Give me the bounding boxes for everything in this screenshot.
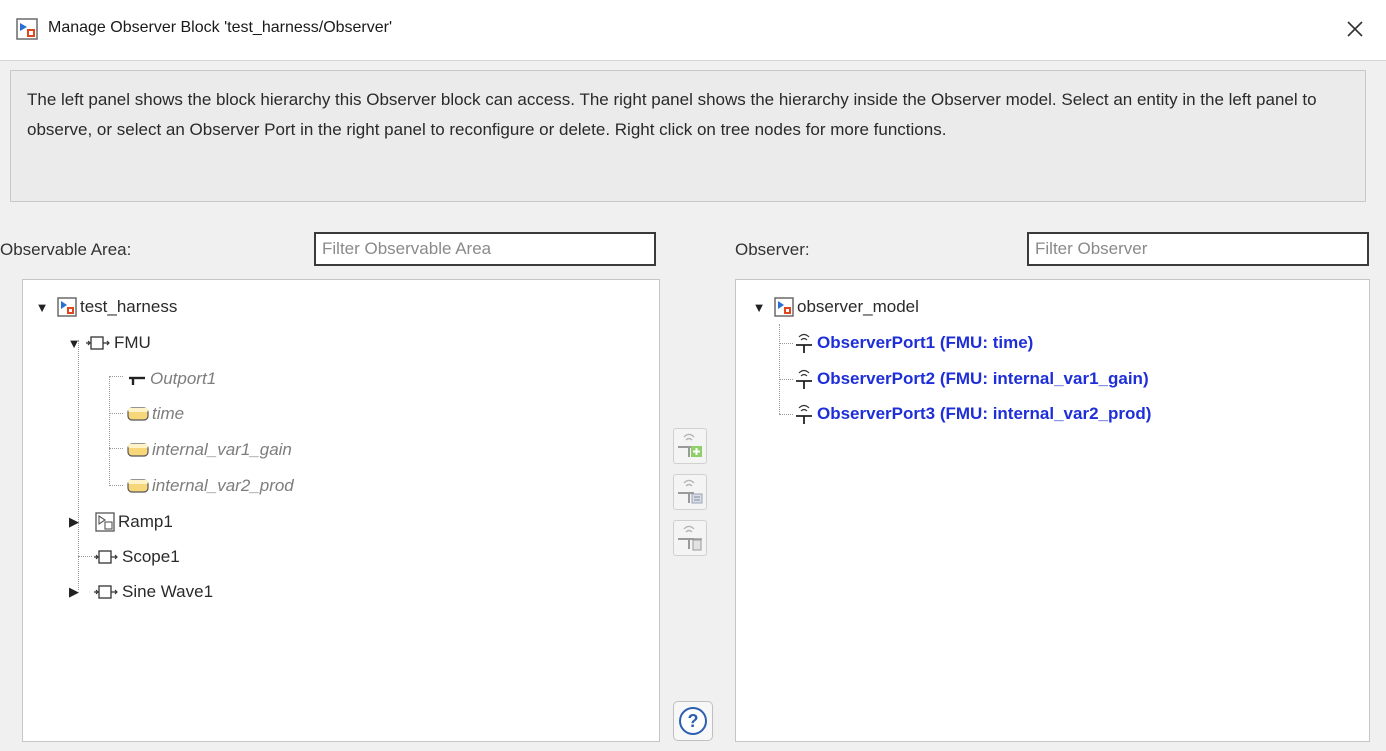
- tree-connector: [109, 485, 123, 486]
- tree-node-label: Outport1: [150, 369, 217, 388]
- tree-node-observer-port2[interactable]: ObserverPort2 (FMU: internal_var1_gain): [794, 364, 1149, 394]
- tree-connector: [78, 340, 79, 590]
- tree-node-label: ObserverPort2 (FMU: internal_var1_gain): [817, 369, 1149, 388]
- tree-node-internal-var1-gain[interactable]: internal_var1_gain: [127, 435, 292, 465]
- reconfigure-observer-port-button[interactable]: [673, 474, 707, 510]
- tree-node-sine-wave1[interactable]: ▶ Sine Wave1: [67, 577, 213, 607]
- observable-area-tree[interactable]: ▼ test_harness ▼ FMU Outport1 time inter…: [22, 279, 660, 742]
- tree-node-label: time: [152, 404, 185, 423]
- block-icon: [94, 550, 118, 564]
- tree-node-label: ObserverPort1 (FMU: time): [817, 333, 1034, 352]
- observer-port-icon: [796, 333, 812, 353]
- tree-node-time[interactable]: time: [127, 399, 184, 429]
- expand-right-icon[interactable]: ▶: [67, 514, 81, 530]
- tree-connector: [109, 376, 123, 377]
- tree-node-label: ObserverPort3 (FMU: internal_var2_prod): [817, 404, 1152, 423]
- tree-connector: [109, 448, 123, 449]
- help-icon: ?: [679, 707, 707, 735]
- delete-observer-port-button[interactable]: [673, 520, 707, 556]
- model-icon: [57, 297, 77, 317]
- delete-observer-port-icon: [678, 525, 702, 551]
- outport-icon: [129, 376, 145, 385]
- reconfigure-observer-port-icon: [678, 479, 703, 504]
- expand-down-icon[interactable]: ▼: [67, 336, 81, 351]
- tree-node-label: Scope1: [122, 547, 180, 566]
- tree-node-label: observer_model: [797, 297, 919, 316]
- tree-node-label: test_harness: [80, 297, 178, 316]
- expand-down-icon[interactable]: ▼: [752, 300, 766, 315]
- expand-down-icon[interactable]: ▼: [35, 300, 49, 315]
- window-title: Manage Observer Block 'test_harness/Obse…: [48, 19, 393, 36]
- observable-area-label: Observable Area:: [0, 240, 132, 259]
- tree-connector: [779, 414, 793, 415]
- help-button[interactable]: ?: [673, 701, 713, 741]
- tree-node-fmu[interactable]: ▼ FMU: [67, 328, 151, 358]
- svg-text:?: ?: [688, 711, 699, 731]
- tree-node-outport1[interactable]: Outport1: [127, 364, 216, 394]
- tree-node-label: internal_var1_gain: [152, 440, 292, 459]
- subsystem-icon: [95, 512, 115, 532]
- tree-node-label: Ramp1: [118, 512, 173, 531]
- filter-observable-area-input[interactable]: [314, 232, 656, 266]
- observer-port-icon: [796, 369, 812, 389]
- add-observer-port-icon: [678, 433, 702, 457]
- observer-port-icon: [796, 404, 812, 424]
- variable-icon: [127, 479, 149, 493]
- filter-observer-input[interactable]: [1027, 232, 1369, 266]
- tree-node-observer-port3[interactable]: ObserverPort3 (FMU: internal_var2_prod): [794, 399, 1151, 429]
- tree-node-observer-port1[interactable]: ObserverPort1 (FMU: time): [794, 328, 1033, 358]
- tree-connector: [109, 413, 123, 414]
- tree-node-label: Sine Wave1: [122, 582, 214, 601]
- tree-node-label: internal_var2_prod: [152, 476, 294, 495]
- tree-connector: [779, 324, 780, 414]
- close-icon: [1347, 21, 1363, 37]
- tree-node-scope1[interactable]: Scope1: [93, 542, 180, 572]
- block-icon: [94, 585, 118, 599]
- variable-icon: [127, 407, 149, 421]
- tree-node-internal-var2-prod[interactable]: internal_var2_prod: [127, 471, 294, 501]
- tree-node-observer-model[interactable]: ▼ observer_model: [752, 292, 919, 322]
- tree-node-label: FMU: [114, 333, 151, 352]
- tree-connector: [779, 343, 793, 344]
- expand-right-icon[interactable]: ▶: [67, 584, 81, 600]
- model-icon: [16, 18, 38, 40]
- fmu-block-icon: [86, 336, 110, 350]
- title-bar: Manage Observer Block 'test_harness/Obse…: [0, 0, 1386, 61]
- observer-label: Observer:: [735, 240, 810, 259]
- tree-connector: [779, 379, 793, 380]
- model-icon: [774, 297, 794, 317]
- tree-node-test-harness[interactable]: ▼ test_harness: [35, 292, 177, 322]
- variable-icon: [127, 443, 149, 457]
- description-text: The left panel shows the block hierarchy…: [10, 70, 1366, 202]
- tree-node-ramp1[interactable]: ▶ Ramp1: [67, 507, 173, 537]
- observer-tree[interactable]: ▼ observer_model ObserverPort1 (FMU: tim…: [735, 279, 1370, 742]
- add-observer-port-button[interactable]: [673, 428, 707, 464]
- tree-connector: [109, 376, 110, 486]
- close-button[interactable]: [1338, 12, 1372, 46]
- tree-connector: [78, 556, 92, 557]
